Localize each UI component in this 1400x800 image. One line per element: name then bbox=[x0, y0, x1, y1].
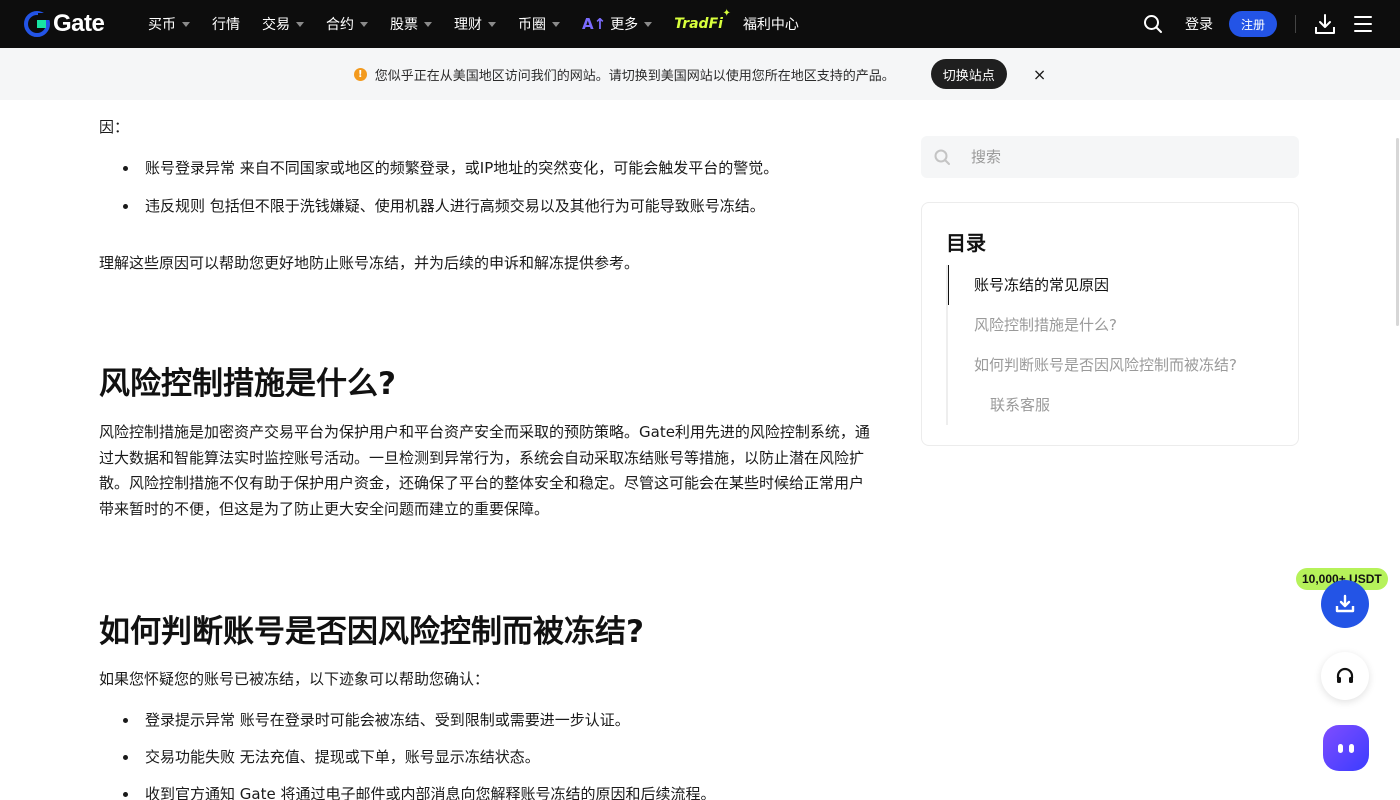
register-button[interactable]: 注册 bbox=[1228, 11, 1277, 37]
nav-markets[interactable]: 行情 bbox=[212, 14, 240, 34]
nav-label: 福利中心 bbox=[742, 17, 799, 33]
list-item: 收到官方通知 Gate 将通过电子邮件或内部消息向您解释账号冻结的原因和后续流程… bbox=[99, 782, 871, 800]
nav-tradfi[interactable]: TradFi ✦ bbox=[674, 8, 731, 32]
freeze-reasons-list: 账号登录异常 来自不同国家或地区的频繁登录，或IP地址的突然变化，可能会触发平台… bbox=[99, 156, 871, 218]
toc-title: 目录 bbox=[946, 231, 986, 255]
chevron-down-icon bbox=[296, 21, 304, 27]
list-item: 账号登录异常 来自不同国家或地区的频繁登录，或IP地址的突然变化，可能会触发平台… bbox=[99, 156, 871, 180]
tradfi-logo-text: TradFi bbox=[674, 16, 723, 32]
nav-label: 理财 bbox=[454, 17, 482, 33]
paragraph: 风险控制措施是加密资产交易平台为保护用户和平台资产安全而采取的预防策略。Gate… bbox=[99, 423, 870, 518]
paragraph: 理解这些原因可以帮助您更好地防止账号冻结，并为后续的申诉和解冻提供参考。 bbox=[99, 254, 640, 272]
nav-label: 股票 bbox=[390, 17, 418, 33]
freeze-signs-list: 登录提示异常 账号在登录时可能会被冻结、受到限制或需要进一步认证。 交易功能失败… bbox=[99, 708, 871, 800]
toc-item-judge-freeze[interactable]: 如何判断账号是否因风险控制而被冻结? bbox=[948, 345, 1276, 385]
nav-futures[interactable]: 合约 bbox=[326, 14, 368, 34]
nav-label: 更多 bbox=[610, 17, 639, 33]
list-item: 登录提示异常 账号在登录时可能会被冻结、受到限制或需要进一步认证。 bbox=[99, 708, 871, 732]
hamburger-menu-icon[interactable] bbox=[1354, 16, 1372, 32]
switch-site-button[interactable]: 切换站点 bbox=[930, 59, 1007, 89]
chevron-down-icon bbox=[552, 21, 560, 27]
nav-more[interactable]: A↑ 更多 bbox=[582, 14, 653, 34]
list-item: 交易功能失败 无法充值、提现或下单，账号显示冻结状态。 bbox=[99, 745, 871, 769]
search-input[interactable] bbox=[971, 148, 1271, 166]
list-item: 违反规则 包括但不限于洗钱嫌疑、使用机器人进行高频交易以及其他行为可能导致账号冻… bbox=[99, 194, 871, 218]
nav-label: 合约 bbox=[326, 17, 354, 33]
paragraph-fragment: 因： bbox=[99, 118, 130, 136]
sparkle-icon: ✦ bbox=[722, 8, 731, 19]
close-icon[interactable]: × bbox=[1033, 65, 1046, 84]
nav-trade[interactable]: 交易 bbox=[262, 14, 304, 34]
header-actions: 登录 注册 bbox=[1143, 0, 1400, 48]
gate-logo-text: Gate bbox=[53, 10, 105, 37]
login-button[interactable]: 登录 bbox=[1185, 14, 1213, 34]
nav-buy-crypto[interactable]: 买币 bbox=[148, 14, 190, 34]
chevron-down-icon bbox=[424, 21, 432, 27]
nav-earn[interactable]: 理财 bbox=[454, 14, 496, 34]
section-heading-risk-control: 风险控制措施是什么? bbox=[99, 366, 396, 402]
section-heading-judge-freeze: 如何判断账号是否因风险控制而被冻结? bbox=[99, 614, 644, 651]
header-divider bbox=[1295, 15, 1296, 33]
headset-icon bbox=[1336, 667, 1354, 683]
download-icon bbox=[1335, 594, 1355, 613]
app-download-button[interactable] bbox=[1321, 580, 1369, 628]
search-icon bbox=[934, 149, 950, 165]
toc-item-contact-support[interactable]: 联系客服 bbox=[948, 385, 1276, 425]
region-notice-banner: ! 您似乎正在从美国地区访问我们的网站。请切换到美国网站以使用您所在地区支持的产… bbox=[0, 48, 1400, 100]
search-icon[interactable] bbox=[1143, 14, 1163, 34]
nav-label: 行情 bbox=[212, 17, 240, 33]
nav-stocks[interactable]: 股票 bbox=[390, 14, 432, 34]
top-nav-bar: Gate 买币 行情 交易 合约 股票 理财 币圈 A↑ 更多 TradFi ✦… bbox=[0, 0, 1400, 48]
nav-welfare-center[interactable]: 福利中心 bbox=[743, 14, 799, 34]
nav-label: 买币 bbox=[148, 17, 176, 33]
main-nav: 买币 行情 交易 合约 股票 理财 币圈 A↑ 更多 TradFi ✦ 福利中心 bbox=[148, 0, 821, 48]
chevron-down-icon bbox=[182, 21, 190, 27]
toc-list: 账号冻结的常见原因 风险控制措施是什么? 如何判断账号是否因风险控制而被冻结? … bbox=[946, 265, 1276, 425]
table-of-contents: 目录 账号冻结的常见原因 风险控制措施是什么? 如何判断账号是否因风险控制而被冻… bbox=[921, 202, 1299, 446]
toc-item-freeze-reasons[interactable]: 账号冻结的常见原因 bbox=[948, 265, 1276, 305]
chevron-down-icon bbox=[488, 21, 496, 27]
paragraph: 如果您怀疑您的账号已被冻结，以下迹象可以帮助您确认： bbox=[99, 670, 490, 689]
article-content: 因： 账号登录异常 来自不同国家或地区的频繁登录，或IP地址的突然变化，可能会触… bbox=[99, 100, 871, 800]
nav-community[interactable]: 币圈 bbox=[518, 14, 560, 34]
bot-eye-icon bbox=[1349, 743, 1354, 753]
region-notice-text: 您似乎正在从美国地区访问我们的网站。请切换到美国网站以使用您所在地区支持的产品。 bbox=[374, 68, 895, 84]
toc-item-risk-control[interactable]: 风险控制措施是什么? bbox=[948, 305, 1276, 345]
warning-icon: ! bbox=[353, 67, 367, 81]
gate-logo[interactable]: Gate bbox=[24, 10, 128, 37]
chevron-down-icon bbox=[360, 21, 368, 27]
bot-eye-icon bbox=[1338, 743, 1343, 753]
nav-label: 交易 bbox=[262, 17, 290, 33]
customer-service-button[interactable] bbox=[1321, 652, 1369, 700]
ai-assistant-button[interactable] bbox=[1323, 725, 1369, 771]
gate-logo-icon bbox=[24, 11, 50, 37]
chevron-down-icon bbox=[644, 21, 653, 27]
download-icon[interactable] bbox=[1314, 13, 1336, 35]
nav-label: 币圈 bbox=[518, 17, 546, 33]
article-search-box[interactable] bbox=[921, 136, 1299, 178]
ai-icon: A↑ bbox=[582, 15, 607, 33]
page-scrollbar[interactable] bbox=[1396, 138, 1399, 326]
